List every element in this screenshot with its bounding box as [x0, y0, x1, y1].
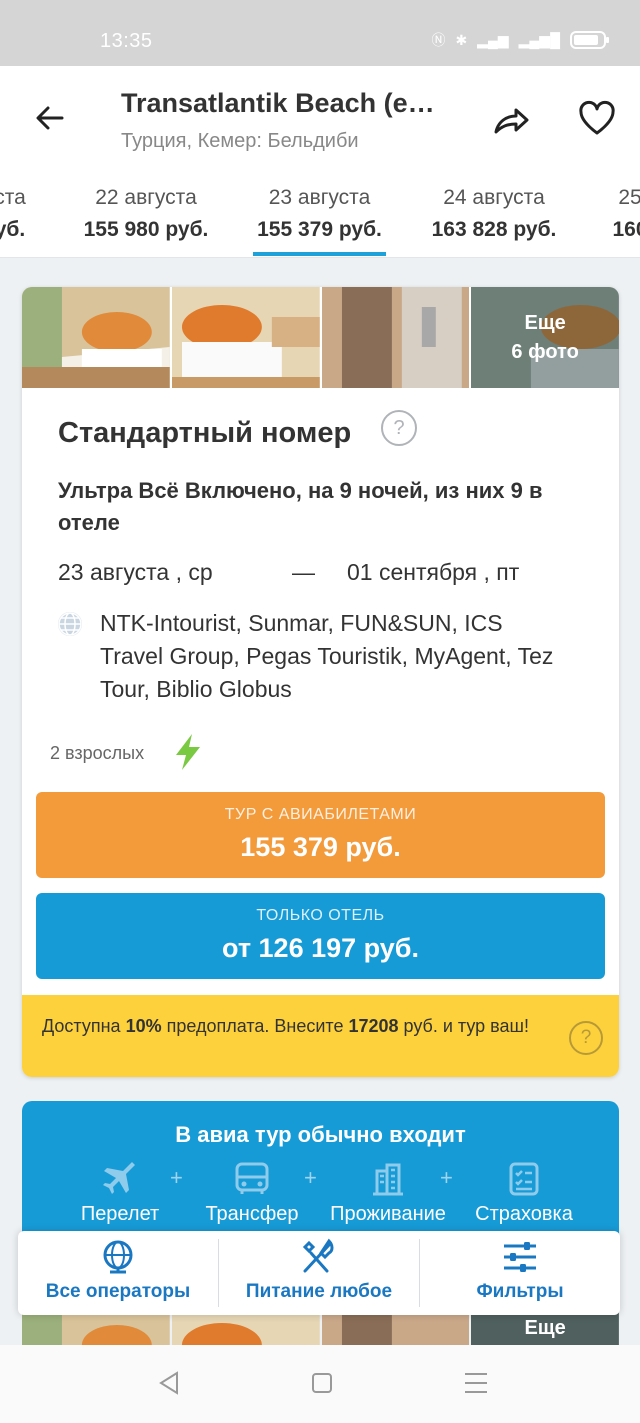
- flight-item: Перелет: [74, 1161, 166, 1226]
- room-offer-card: Еще 6 фото Стандартный номер ? Ультра Вс…: [22, 287, 619, 1077]
- date-item-selected[interactable]: 23 августа 155 379 руб.: [253, 186, 386, 256]
- status-time: 13:35: [100, 30, 153, 52]
- date-price: 163 828 руб.: [431, 218, 557, 241]
- insurance-item: Страховка: [470, 1161, 578, 1226]
- all-operators-button[interactable]: Все операторы: [18, 1231, 218, 1315]
- transfer-item: Трансфер: [202, 1161, 302, 1226]
- nav-home-icon[interactable]: [311, 1371, 333, 1395]
- status-icons: Ⓝ ✱ ▂▄▆ ▂▄▆█: [431, 30, 610, 50]
- all-operators-label: Все операторы: [45, 1281, 191, 1302]
- date-price: 155 980 руб.: [83, 218, 209, 241]
- date-label: 25: [618, 186, 640, 209]
- filters-button[interactable]: Фильтры: [420, 1231, 620, 1315]
- tour-with-flights-label: ТУР С АВИАБИЛЕТАМИ: [224, 806, 417, 823]
- room-photo[interactable]: [171, 287, 320, 388]
- meal-filter-label: Питание любое: [245, 1281, 393, 1302]
- sliders-icon: [504, 1242, 536, 1272]
- system-nav-bar: [0, 1345, 640, 1423]
- nav-back-icon[interactable]: [158, 1371, 180, 1395]
- date-label: 22 августа: [95, 186, 197, 209]
- board-description: Ультра Всё Включено, на 9 ночей, из них …: [58, 478, 543, 535]
- checklist-icon: [509, 1162, 539, 1196]
- back-arrow-icon[interactable]: [34, 102, 66, 134]
- avia-tour-includes: В авиа тур обычно входит Перелет + Транс…: [22, 1101, 619, 1251]
- tour-with-flights-button[interactable]: ТУР С АВИАБИЛЕТАМИ 155 379 руб.: [36, 792, 605, 878]
- room-title: Стандартный номер: [58, 417, 352, 449]
- room-photos[interactable]: Еще 6 фото: [22, 287, 619, 388]
- globe-icon: [103, 1240, 133, 1274]
- plus-sign: +: [440, 1165, 453, 1190]
- date-label: 23 августа: [268, 186, 371, 209]
- tour-operators-list: NTK-Intourist, Sunmar, FUN&SUN, ICS Trav…: [100, 610, 554, 702]
- room-help-icon[interactable]: ?: [381, 410, 417, 446]
- room-photo[interactable]: [22, 287, 170, 388]
- hotel-only-label: ТОЛЬКО ОТЕЛЬ: [256, 907, 385, 924]
- date-to: 01 сентября , пт: [347, 559, 520, 585]
- hotel-building-icon: [373, 1163, 403, 1196]
- date-item[interactable]: ста уб.: [0, 186, 40, 242]
- meal-filter-button[interactable]: Питание любое: [219, 1231, 419, 1315]
- date-from: 23 августа , ср: [58, 559, 213, 585]
- date-price: уб.: [0, 218, 26, 241]
- globe-icon: [58, 612, 82, 636]
- more-photos-label: Еще: [524, 311, 566, 334]
- date-price: 155 379 руб.: [257, 218, 382, 241]
- signal-icon: ▂▄▆: [477, 31, 509, 48]
- date-label: 24 августа: [443, 186, 545, 209]
- battery-icon: [570, 31, 609, 49]
- fork-knife-icon: [302, 1238, 334, 1273]
- nfc-icon: Ⓝ: [431, 32, 446, 48]
- tour-with-flights-price: 155 379 руб.: [240, 832, 401, 862]
- share-icon[interactable]: [492, 102, 530, 136]
- prepayment-text: Доступна 10% предоплата. Внесите 17208 р…: [42, 1016, 529, 1036]
- airplane-icon: [103, 1162, 135, 1194]
- plus-sign: +: [170, 1165, 183, 1190]
- room-photo[interactable]: [321, 287, 470, 388]
- plus-sign: +: [304, 1165, 317, 1190]
- date-item[interactable]: 24 августа 163 828 руб.: [426, 186, 562, 242]
- guests-count: 2 взрослых: [50, 743, 145, 763]
- favorite-heart-icon[interactable]: [578, 100, 616, 136]
- room-photo-more[interactable]: Еще 6 фото: [471, 287, 619, 388]
- hotel-only-price: от 126 197 руб.: [222, 933, 419, 963]
- date-label: ста: [0, 186, 26, 209]
- hotel-only-button[interactable]: ТОЛЬКО ОТЕЛЬ от 126 197 руб.: [36, 893, 605, 979]
- accommodation-item: Проживание: [324, 1161, 452, 1226]
- prepayment-help-icon[interactable]: ?: [569, 1021, 603, 1055]
- date-dash: —: [292, 559, 315, 585]
- more-photos-count: 6 фото: [511, 340, 579, 363]
- status-bar: 13:35 Ⓝ ✱ ▂▄▆ ▂▄▆█: [0, 0, 640, 66]
- signal-4g-icon: ▂▄▆█: [518, 31, 560, 48]
- app-header: Transatlantik Beach (e… Турция, Кемер: Б…: [0, 66, 640, 176]
- bluetooth-icon: ✱: [455, 31, 468, 48]
- hotel-location: Турция, Кемер: Бельдиби: [121, 130, 359, 152]
- date-price: 160: [612, 218, 640, 241]
- avia-includes-title: В авиа тур обычно входит: [175, 1122, 466, 1147]
- date-price-carousel: ста уб. 22 августа 155 980 руб. 23 авгус…: [0, 176, 640, 258]
- bottom-action-bar: Все операторы Питание любое Фильтры: [18, 1231, 620, 1315]
- nav-menu-icon[interactable]: [464, 1371, 488, 1395]
- bus-icon: [235, 1162, 269, 1194]
- filters-label: Фильтры: [476, 1281, 564, 1302]
- date-item[interactable]: 25 160: [600, 186, 640, 242]
- more-photos-overlay[interactable]: Еще 6 фото: [471, 287, 619, 388]
- lightning-icon: [176, 734, 200, 770]
- hotel-title: Transatlantik Beach (e…: [121, 88, 435, 118]
- selected-underline: [253, 252, 386, 256]
- prepayment-banner: Доступна 10% предоплата. Внесите 17208 р…: [22, 995, 619, 1077]
- date-item[interactable]: 22 августа 155 980 руб.: [78, 186, 214, 242]
